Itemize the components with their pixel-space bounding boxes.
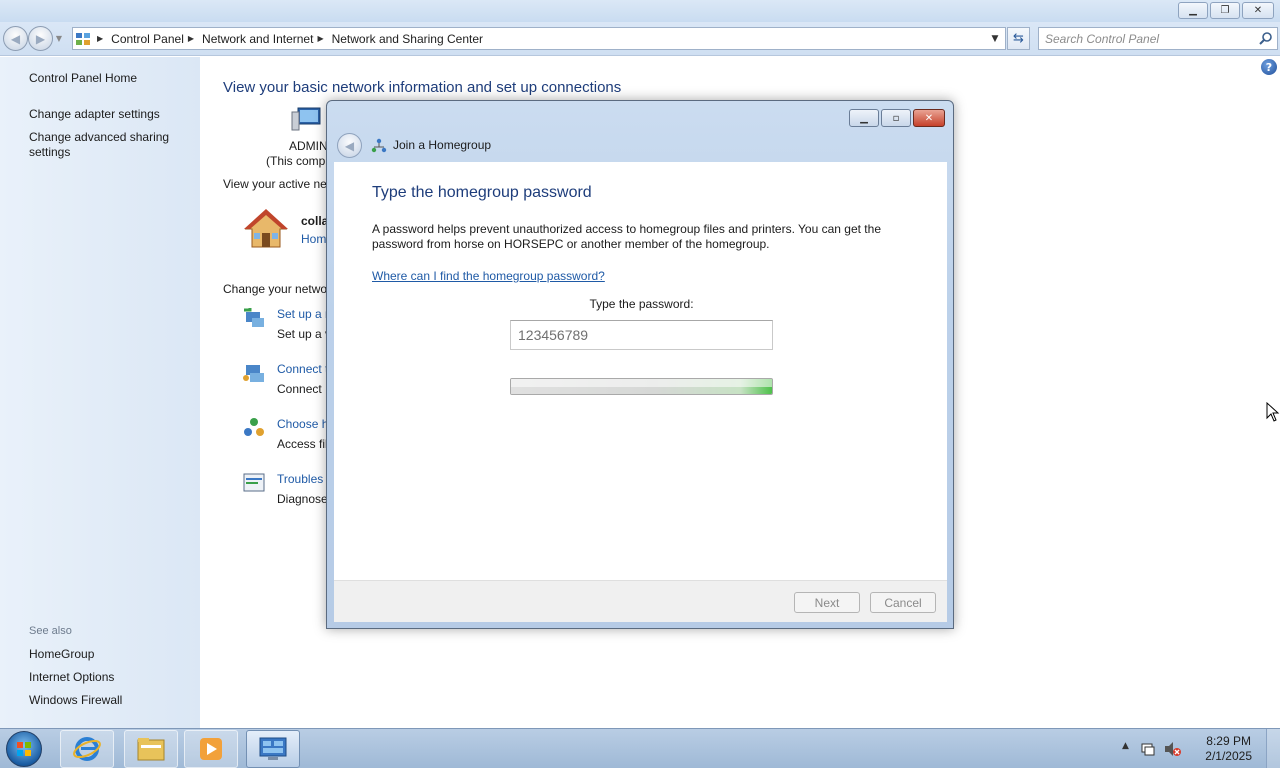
- clock-date: 2/1/2025: [1205, 749, 1252, 763]
- find-password-link[interactable]: Where can I find the homegroup password?: [372, 269, 605, 283]
- setup-connection-icon: [244, 308, 264, 327]
- task-connect-desc: Connect: [277, 382, 322, 396]
- show-hidden-icons-icon[interactable]: ▲: [1122, 741, 1129, 751]
- change-settings-label: Change your netwo: [223, 282, 328, 296]
- taskbar: ▲ 8:29 PM 2/1/2025: [0, 728, 1280, 768]
- crumb-separator-icon[interactable]: ▶: [317, 34, 323, 43]
- sidebar-item-windows-firewall[interactable]: Windows Firewall: [29, 693, 189, 708]
- help-icon[interactable]: ?: [1261, 59, 1277, 75]
- taskbar-media-player[interactable]: [184, 730, 238, 768]
- dialog-footer: Next Cancel: [334, 580, 947, 622]
- search-input[interactable]: Search Control Panel: [1038, 27, 1278, 50]
- breadcrumb-network-sharing-center[interactable]: Network and Sharing Center: [332, 32, 483, 46]
- dialog-minimize-button[interactable]: ▁: [849, 109, 879, 127]
- address-bar[interactable]: ▶ Control Panel ▶ Network and Internet ▶…: [72, 27, 1006, 50]
- home-network-icon: [244, 209, 288, 248]
- connect-network-icon: [243, 365, 264, 382]
- sidebar-item-control-panel-home[interactable]: Control Panel Home: [29, 71, 189, 86]
- window-controls: ▁ ❐ ✕: [1178, 2, 1274, 19]
- task-homegroup-desc: Access fil: [277, 437, 328, 451]
- folder-icon: [137, 738, 165, 761]
- nav-arrows: ◀ ▶ ▼: [3, 26, 65, 51]
- system-clock[interactable]: 8:29 PM 2/1/2025: [1205, 734, 1252, 764]
- internet-explorer-icon: [73, 737, 101, 761]
- dialog-description: A password helps prevent unauthorized ac…: [372, 222, 881, 251]
- navigation-bar: ◀ ▶ ▼ ▶ Control Panel ▶ Network and Inte…: [0, 22, 1280, 56]
- windows-logo-icon: [17, 742, 31, 756]
- computer-subtext: (This comp: [266, 154, 326, 168]
- computer-name: ADMIN: [289, 139, 328, 153]
- taskbar-internet-explorer[interactable]: [60, 730, 114, 768]
- computer-icon: [291, 107, 321, 131]
- search-icon[interactable]: [1259, 31, 1273, 45]
- sidebar-item-change-advanced-sharing[interactable]: Change advanced sharing settings: [29, 130, 189, 160]
- crumb-separator-icon[interactable]: ▶: [97, 34, 103, 43]
- address-dropdown-icon[interactable]: ▼: [987, 28, 1003, 49]
- taskbar-windows-explorer[interactable]: [124, 730, 178, 768]
- see-also-label: See also: [29, 625, 72, 637]
- task-connect-link[interactable]: Connect t: [277, 362, 328, 376]
- dialog-body: Type the homegroup password A password h…: [334, 162, 947, 580]
- next-button[interactable]: Next: [794, 592, 860, 613]
- task-setup-desc: Set up a v: [277, 327, 332, 341]
- cancel-button[interactable]: Cancel: [870, 592, 936, 613]
- window-titlebar: ▁ ❐ ✕: [0, 0, 1280, 22]
- recent-pages-dropdown[interactable]: ▼: [53, 26, 65, 51]
- mouse-cursor-icon: [1266, 402, 1280, 422]
- active-networks-label: View your active ne: [223, 177, 327, 191]
- sidebar-item-homegroup[interactable]: HomeGroup: [29, 647, 189, 662]
- dialog-close-button[interactable]: ✕: [913, 109, 945, 127]
- minimize-button[interactable]: ▁: [1178, 2, 1208, 19]
- progress-fill: [511, 379, 772, 394]
- show-desktop-button[interactable]: [1266, 729, 1280, 768]
- password-label: Type the password:: [589, 297, 694, 311]
- task-troubleshoot-desc: Diagnose: [277, 492, 328, 506]
- taskbar-control-panel[interactable]: [246, 730, 300, 768]
- forward-button[interactable]: ▶: [28, 26, 53, 51]
- sidebar-item-change-adapter-settings[interactable]: Change adapter settings: [29, 107, 189, 122]
- sidebar-item-internet-options[interactable]: Internet Options: [29, 670, 189, 685]
- speaker-muted-icon[interactable]: [1164, 741, 1182, 757]
- password-input[interactable]: 123456789: [510, 320, 773, 350]
- network-name: colla: [301, 214, 329, 228]
- page-title: View your basic network information and …: [223, 79, 622, 96]
- task-troubleshoot-link[interactable]: Troubles: [277, 472, 323, 486]
- network-type-link[interactable]: Hom: [301, 232, 326, 246]
- join-progress-bar: [510, 378, 773, 395]
- system-tray: ▲ 8:29 PM 2/1/2025: [1096, 729, 1280, 768]
- homegroup-icon: [371, 138, 387, 153]
- crumb-separator-icon[interactable]: ▶: [188, 34, 194, 43]
- control-panel-taskbar-icon: [259, 737, 287, 760]
- clock-time: 8:29 PM: [1206, 734, 1251, 748]
- troubleshoot-icon: [243, 473, 265, 492]
- dialog-heading: Type the homegroup password: [372, 184, 592, 201]
- refresh-button[interactable]: ⇆: [1007, 27, 1030, 50]
- start-button[interactable]: [6, 731, 42, 767]
- breadcrumb-network-and-internet[interactable]: Network and Internet: [202, 32, 313, 46]
- homegroup-sharing-icon: [244, 418, 264, 436]
- close-button[interactable]: ✕: [1242, 2, 1274, 19]
- action-center-flag-icon[interactable]: [1140, 741, 1156, 757]
- task-setup-link[interactable]: Set up a n: [277, 307, 332, 321]
- search-placeholder: Search Control Panel: [1045, 31, 1160, 46]
- task-homegroup-link[interactable]: Choose h: [277, 417, 328, 431]
- media-player-icon: [200, 738, 222, 760]
- join-homegroup-dialog: ▁ ▫ ✕ ◀ Join a Homegroup Type the homegr…: [326, 100, 954, 629]
- dialog-title: Join a Homegroup: [393, 138, 492, 152]
- left-navigation-pane: Control Panel Home Change adapter settin…: [0, 57, 200, 728]
- dialog-maximize-button[interactable]: ▫: [881, 109, 911, 127]
- maximize-button[interactable]: ❐: [1210, 2, 1240, 19]
- dialog-window-controls: ▁ ▫ ✕: [849, 109, 945, 127]
- dialog-back-button[interactable]: ◀: [337, 133, 362, 158]
- breadcrumb-control-panel[interactable]: Control Panel: [111, 32, 184, 46]
- control-panel-icon: [73, 28, 93, 49]
- back-button[interactable]: ◀: [3, 26, 28, 51]
